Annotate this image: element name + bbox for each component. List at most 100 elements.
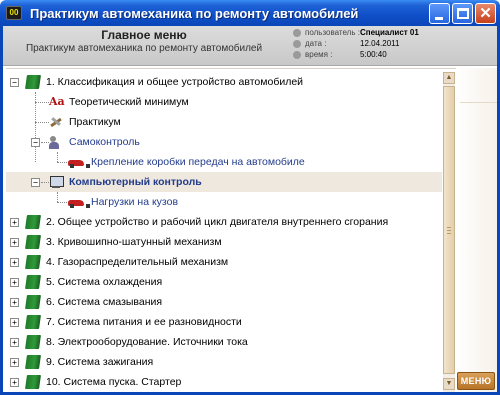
clock-icon xyxy=(293,50,301,59)
grip-line xyxy=(447,233,451,234)
close-button[interactable]: ✕ xyxy=(475,3,496,24)
tree-item-label: Компьютерный контроль xyxy=(69,176,202,188)
user-label: пользователь : xyxy=(305,28,360,37)
tree-item-label: Теоретический минимум xyxy=(69,96,189,108)
session-info: пользователь : Специалист 01 дата : 12.0… xyxy=(293,27,493,65)
maximize-icon xyxy=(457,8,469,19)
tree-item[interactable]: Aa Теоретический минимум xyxy=(49,92,189,112)
user-icon xyxy=(293,28,301,37)
computer-icon xyxy=(49,175,64,189)
tree-item-selected[interactable]: Компьютерный контроль xyxy=(49,172,202,192)
book-icon xyxy=(25,355,41,369)
tree-connector xyxy=(35,122,49,123)
expand-toggle[interactable]: + xyxy=(10,338,19,347)
menu-button-label: МЕНЮ xyxy=(460,376,492,386)
expand-toggle[interactable]: + xyxy=(10,378,19,387)
time-label: время : xyxy=(305,50,333,59)
scroll-thumb[interactable] xyxy=(443,86,455,374)
tree-connector xyxy=(57,202,67,203)
time-value: 5:00:40 xyxy=(360,50,387,59)
maximize-button[interactable] xyxy=(452,3,473,24)
expand-toggle[interactable]: + xyxy=(10,238,19,247)
tree-item-label: 2. Общее устройство и рабочий цикл двига… xyxy=(46,216,389,228)
tree-item-label: 9. Система зажигания xyxy=(46,356,154,368)
car-icon xyxy=(67,155,90,169)
book-icon xyxy=(25,315,41,329)
book-icon xyxy=(25,375,41,389)
tree-item-label: 8. Электрооборудование. Источники тока xyxy=(46,336,248,348)
book-icon xyxy=(25,215,41,229)
expand-toggle[interactable]: + xyxy=(10,358,19,367)
book-icon xyxy=(25,275,41,289)
title-bar[interactable]: 00 Практикум автомеханика по ремонту авт… xyxy=(0,0,500,26)
expand-toggle[interactable]: + xyxy=(10,258,19,267)
tree-item-label: 5. Система охлаждения xyxy=(46,276,163,288)
user-value: Специалист 01 xyxy=(360,28,419,37)
page-title: Главное меню xyxy=(101,28,187,42)
tree-connector xyxy=(57,152,58,162)
tree-view[interactable]: − 1. Классификация и общее устройство ав… xyxy=(6,72,442,392)
calendar-icon xyxy=(293,39,301,48)
tree-item[interactable]: Крепление коробки передач на автомобиле xyxy=(67,152,305,172)
car-icon xyxy=(67,195,90,209)
window-title: Практикум автомеханика по ремонту автомо… xyxy=(30,5,359,21)
tree-connector xyxy=(57,192,58,202)
tree-item-label: Нагрузки на кузов xyxy=(91,196,179,208)
tree-item-label: Крепление коробки передач на автомобиле xyxy=(91,156,305,168)
tools-icon xyxy=(49,115,63,129)
tree-item[interactable]: Самоконтроль xyxy=(49,132,140,152)
book-icon xyxy=(25,295,41,309)
tree-item[interactable]: 7. Система питания и ее разновидности xyxy=(25,312,242,332)
tree-item-label: 4. Газораспределительный механизм xyxy=(46,256,229,268)
app-icon: 00 xyxy=(6,6,22,20)
book-icon xyxy=(25,75,41,89)
close-icon: ✕ xyxy=(479,5,492,22)
grip-line xyxy=(447,230,451,231)
right-gutter xyxy=(456,68,497,392)
decor-line xyxy=(460,102,497,103)
collapse-toggle[interactable]: − xyxy=(10,78,19,87)
text-aa-icon: Aa xyxy=(49,95,65,108)
tree-item[interactable]: 6. Система смазывания xyxy=(25,292,163,312)
people-icon xyxy=(49,135,63,149)
tree-item[interactable]: 5. Система охлаждения xyxy=(25,272,163,292)
tree-item[interactable]: Нагрузки на кузов xyxy=(67,192,178,212)
page-subtitle: Практикум автомеханика по ремонту автомо… xyxy=(25,43,263,54)
minimize-icon xyxy=(435,17,443,20)
vertical-scrollbar[interactable]: ▲ ▼ xyxy=(443,72,455,392)
tree-item[interactable]: 1. Классификация и общее устройство авто… xyxy=(25,72,304,92)
tree-item-label: Самоконтроль xyxy=(69,136,140,148)
collapse-toggle[interactable]: − xyxy=(31,178,40,187)
expand-toggle[interactable]: + xyxy=(10,298,19,307)
collapse-toggle[interactable]: − xyxy=(31,138,40,147)
tree-item-label: 6. Система смазывания xyxy=(46,296,163,308)
tree-item-label: 3. Кривошипно-шатунный механизм xyxy=(46,236,222,248)
date-value: 12.04.2011 xyxy=(360,39,400,48)
tree-item[interactable]: Практикум xyxy=(49,112,121,132)
book-icon xyxy=(25,255,41,269)
tree-item-label: 7. Система питания и ее разновидности xyxy=(46,316,242,328)
scroll-down-button[interactable]: ▼ xyxy=(443,378,455,390)
expand-toggle[interactable]: + xyxy=(10,318,19,327)
date-label: дата : xyxy=(305,39,327,48)
tree-item[interactable]: 8. Электрооборудование. Источники тока xyxy=(25,332,248,352)
tree-item[interactable]: 4. Газораспределительный механизм xyxy=(25,252,229,272)
tree-connector xyxy=(57,162,67,163)
tree-connector xyxy=(35,102,49,103)
tree-item-label: Практикум xyxy=(69,116,121,128)
tree-item[interactable]: 3. Кривошипно-шатунный механизм xyxy=(25,232,222,252)
tree-item[interactable]: 10. Система пуска. Стартер xyxy=(25,372,182,392)
separator xyxy=(6,68,456,69)
expand-toggle[interactable]: + xyxy=(10,278,19,287)
tree-item[interactable]: 2. Общее устройство и рабочий цикл двига… xyxy=(25,212,389,232)
expand-toggle[interactable]: + xyxy=(10,218,19,227)
tree-item-label: 10. Система пуска. Стартер xyxy=(46,376,182,388)
tree-item[interactable]: 9. Система зажигания xyxy=(25,352,154,372)
header: Главное меню Практикум автомеханика по р… xyxy=(3,26,497,66)
grip-line xyxy=(447,227,451,228)
tree-item-label: 1. Классификация и общее устройство авто… xyxy=(46,76,304,88)
scroll-up-button[interactable]: ▲ xyxy=(443,72,455,84)
minimize-button[interactable] xyxy=(429,3,450,24)
tree-connector xyxy=(41,142,49,143)
menu-button[interactable]: МЕНЮ xyxy=(457,372,495,390)
